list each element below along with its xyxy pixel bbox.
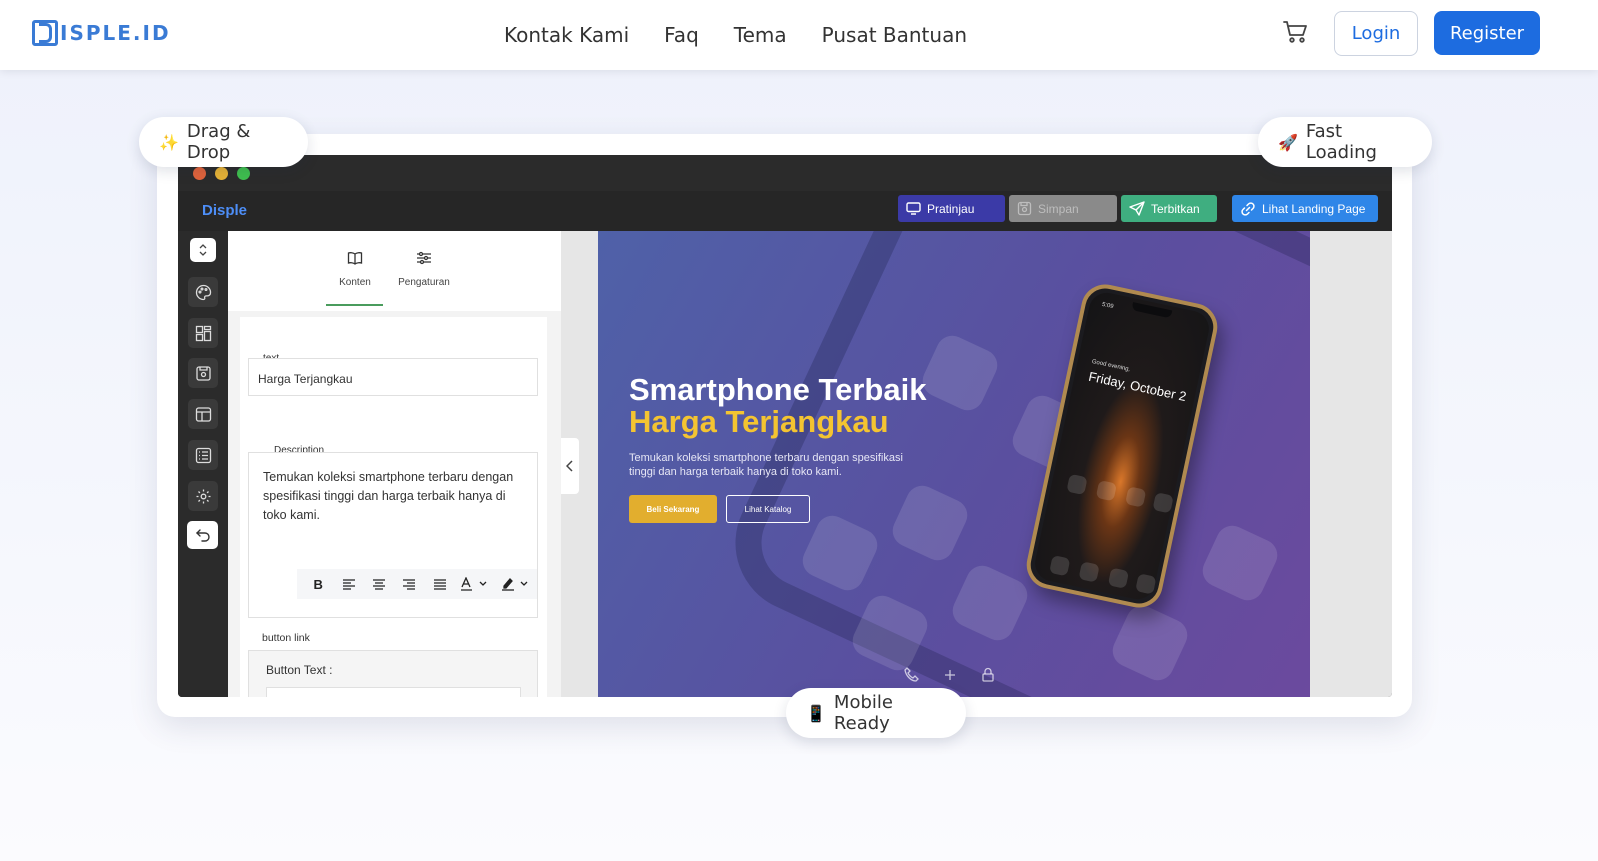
chevron-left-icon: [566, 460, 573, 472]
align-left-icon[interactable]: [333, 572, 363, 596]
cart-icon[interactable]: [1281, 17, 1311, 47]
landing-page-button[interactable]: Lihat Landing Page: [1232, 195, 1378, 222]
nav-link-tema[interactable]: Tema: [734, 23, 787, 47]
drag-drop-label: Drag & Drop: [186, 121, 251, 163]
phone-date: Friday, October 2: [1087, 368, 1188, 405]
mobile-ready-label: Mobile Ready: [833, 692, 893, 734]
landing-page-label: Lihat Landing Page: [1262, 201, 1366, 216]
mobile-ready-badge: 📱 Mobile Ready: [786, 688, 966, 738]
book-icon: [347, 252, 363, 265]
preview-bottom-icons: [903, 666, 997, 684]
rich-text-toolbar: B: [297, 569, 537, 599]
content-card: text Harga Terjangkau Description Temuka…: [240, 317, 547, 697]
minimize-dot-icon[interactable]: [215, 167, 228, 180]
hero-description: Temukan koleksi smartphone terbaru denga…: [629, 452, 903, 478]
save-icon: [1017, 201, 1032, 216]
save-section-icon[interactable]: [188, 358, 218, 388]
logo-text: ISPLE.ID: [60, 21, 171, 45]
nav-link-faq[interactable]: Faq: [664, 23, 699, 47]
fast-loading-label: Fast Loading: [1305, 121, 1377, 163]
plus-icon[interactable]: [941, 666, 959, 684]
window-titlebar: [178, 155, 1392, 191]
highlight-icon[interactable]: [496, 572, 537, 596]
monitor-icon: [906, 202, 921, 215]
palette-icon[interactable]: [188, 277, 218, 307]
editor-toolbar: [178, 231, 228, 697]
align-right-icon[interactable]: [394, 572, 424, 596]
fast-loading-badge: 🚀 Fast Loading: [1258, 117, 1432, 167]
login-button[interactable]: Login: [1334, 11, 1418, 56]
phone-settings-icon: [1135, 573, 1157, 595]
template-icon[interactable]: [188, 399, 218, 429]
undo-icon[interactable]: [187, 521, 218, 549]
register-button[interactable]: Register: [1434, 11, 1540, 55]
top-navbar: ISPLE.ID Kontak Kami Faq Tema Pusat Bant…: [0, 0, 1598, 70]
phone-pen-icon: [1078, 561, 1100, 583]
button-link-label: button link: [262, 632, 310, 644]
button-text-label: Button Text :: [266, 663, 333, 677]
phone-chat-icon: [1152, 492, 1174, 514]
logo-mark-icon: [32, 20, 58, 46]
phone-message-icon: [1107, 567, 1130, 589]
active-tab-indicator: [326, 304, 383, 306]
gear-icon[interactable]: [188, 481, 218, 511]
phone-play-icon: [1066, 473, 1088, 496]
catalog-button[interactable]: Lihat Katalog: [726, 495, 810, 523]
justify-icon[interactable]: [424, 572, 454, 596]
nav-links: Kontak Kami Faq Tema Pusat Bantuan: [504, 0, 1002, 70]
button-text-input[interactable]: [266, 687, 521, 697]
lock-icon[interactable]: [979, 666, 997, 684]
hero-subtitle: Harga Terjangkau: [629, 404, 889, 439]
editor-window: Disple Pratinjau Simpan Terbitkan Lihat …: [178, 155, 1392, 697]
hero-title: Smartphone Terbaik: [629, 372, 927, 407]
text-color-icon[interactable]: [455, 572, 496, 596]
button-link-group: Button Text :: [248, 650, 538, 697]
preview-button[interactable]: Pratinjau: [898, 195, 1005, 222]
phone-time: 5:09: [1101, 301, 1114, 311]
preview-canvas[interactable]: Smartphone Terbaik Harga Terjangkau Temu…: [598, 231, 1310, 697]
tab-konten-label: Konten: [339, 277, 371, 288]
app-title: Disple: [202, 202, 248, 219]
rocket-icon: 🚀: [1278, 132, 1298, 152]
publish-label: Terbitkan: [1151, 201, 1200, 216]
save-label: Simpan: [1038, 201, 1079, 216]
text-input[interactable]: Harga Terjangkau: [248, 358, 538, 396]
phone-mail-icon: [1049, 554, 1071, 577]
panel-tabs: Konten Pengaturan: [228, 231, 561, 311]
nav-link-kontak[interactable]: Kontak Kami: [504, 23, 629, 47]
tab-pengaturan-label: Pengaturan: [398, 277, 450, 288]
buy-now-button[interactable]: Beli Sekarang: [629, 495, 717, 523]
mobile-phone-icon: 📱: [806, 703, 826, 723]
link-icon: [1241, 201, 1255, 216]
canvas-gutter-right: [1310, 231, 1392, 697]
tab-konten[interactable]: Konten: [320, 251, 390, 288]
preview-label: Pratinjau: [927, 201, 975, 216]
tab-pengaturan[interactable]: Pengaturan: [389, 251, 459, 288]
editor-appbar: Disple Pratinjau Simpan Terbitkan Lihat …: [178, 191, 1392, 231]
bold-icon[interactable]: B: [303, 572, 333, 596]
save-button[interactable]: Simpan: [1009, 195, 1117, 222]
nav-link-bantuan[interactable]: Pusat Bantuan: [822, 23, 967, 47]
reorder-icon[interactable]: [190, 238, 216, 262]
properties-panel: Konten Pengaturan text Harga Terjangkau …: [228, 231, 561, 697]
publish-button[interactable]: Terbitkan: [1121, 195, 1217, 222]
phone-twitter-icon: [1125, 486, 1147, 508]
maximize-dot-icon[interactable]: [237, 167, 250, 180]
close-dot-icon[interactable]: [193, 167, 206, 180]
drag-drop-badge: ✨ Drag & Drop: [139, 117, 308, 167]
phone-camera-icon: [1095, 480, 1118, 502]
sliders-icon: [417, 251, 431, 265]
phone-call-icon[interactable]: [903, 666, 921, 684]
phone-notch: [1131, 302, 1173, 319]
layout-icon[interactable]: [188, 318, 218, 348]
list-icon[interactable]: [188, 440, 218, 470]
collapse-panel-button[interactable]: [561, 438, 579, 494]
align-center-icon[interactable]: [364, 572, 394, 596]
sparkles-icon: ✨: [159, 132, 179, 152]
brand-logo[interactable]: ISPLE.ID: [32, 18, 171, 48]
send-icon: [1129, 201, 1145, 216]
